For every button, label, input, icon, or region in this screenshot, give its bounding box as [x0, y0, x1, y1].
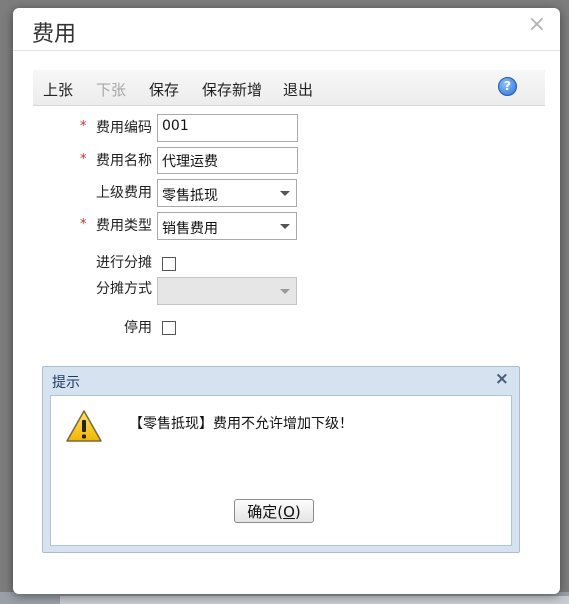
name-label: 费用名称 — [96, 153, 152, 169]
next-record-button: 下张 — [96, 81, 127, 99]
name-input[interactable]: 代理运费 — [157, 147, 298, 174]
form-row-code: * 费用编码 001 — [13, 114, 560, 142]
allocation-method-select — [157, 277, 297, 305]
type-select-value: 销售费用 — [162, 221, 218, 237]
chevron-down-icon — [280, 289, 290, 294]
background-window-bar — [60, 596, 569, 604]
alert-message: 【零售抵现】费用不允许增加下级！ — [129, 416, 353, 432]
alert-body: 【零售抵现】费用不允许增加下级！ 确定(O) — [50, 395, 512, 546]
type-select[interactable]: 销售费用 — [157, 212, 297, 240]
form-row-type: * 费用类型 销售费用 — [13, 212, 560, 240]
alert-dialog: 提示 × 【零售抵现】费用不允许增加下级！ 确定(O) — [42, 366, 520, 553]
disabled-checkbox[interactable] — [162, 321, 176, 335]
allocate-label: 进行分摊 — [96, 255, 152, 271]
ok-button[interactable]: 确定(O) — [234, 499, 314, 523]
form-row-allocation-method: 分摊方式 — [13, 277, 560, 305]
title-divider — [13, 50, 560, 51]
form-row-name: * 费用名称 代理运费 — [13, 147, 560, 175]
close-icon[interactable]: × — [528, 12, 546, 37]
parent-select[interactable]: 零售抵现 — [157, 179, 297, 207]
disabled-label: 停用 — [124, 320, 152, 336]
parent-label: 上级费用 — [96, 185, 152, 201]
code-label: 费用编码 — [96, 120, 152, 136]
toolbar: 上张 下张 保存 保存新增 退出 ? — [33, 70, 545, 106]
expense-dialog: 费用 × 上张 下张 保存 保存新增 退出 ? * 费用编码 001 * 费用名… — [13, 8, 560, 594]
close-icon[interactable]: × — [495, 369, 509, 389]
form-row-parent: 上级费用 零售抵现 — [13, 179, 560, 207]
form-row-allocate: 进行分摊 — [13, 252, 560, 280]
allocate-checkbox[interactable] — [162, 257, 176, 271]
save-button[interactable]: 保存 — [149, 79, 179, 100]
chevron-down-icon — [280, 224, 290, 229]
parent-select-value: 零售抵现 — [162, 188, 218, 204]
warning-icon — [66, 410, 102, 442]
code-input[interactable]: 001 — [157, 114, 298, 142]
required-mark: * — [80, 217, 87, 232]
exit-button[interactable]: 退出 — [283, 79, 313, 100]
dialog-title: 费用 — [32, 22, 77, 47]
form-row-disabled: 停用 — [13, 315, 560, 343]
required-mark: * — [80, 152, 87, 167]
required-mark: * — [80, 119, 87, 134]
prev-record-button[interactable]: 上张 — [43, 79, 73, 100]
alert-title: 提示 — [52, 375, 80, 391]
type-label: 费用类型 — [96, 218, 152, 234]
chevron-down-icon — [280, 191, 290, 196]
allocation-method-label: 分摊方式 — [96, 281, 152, 297]
save-and-new-button[interactable]: 保存新增 — [202, 79, 262, 100]
help-icon[interactable]: ? — [498, 77, 517, 96]
